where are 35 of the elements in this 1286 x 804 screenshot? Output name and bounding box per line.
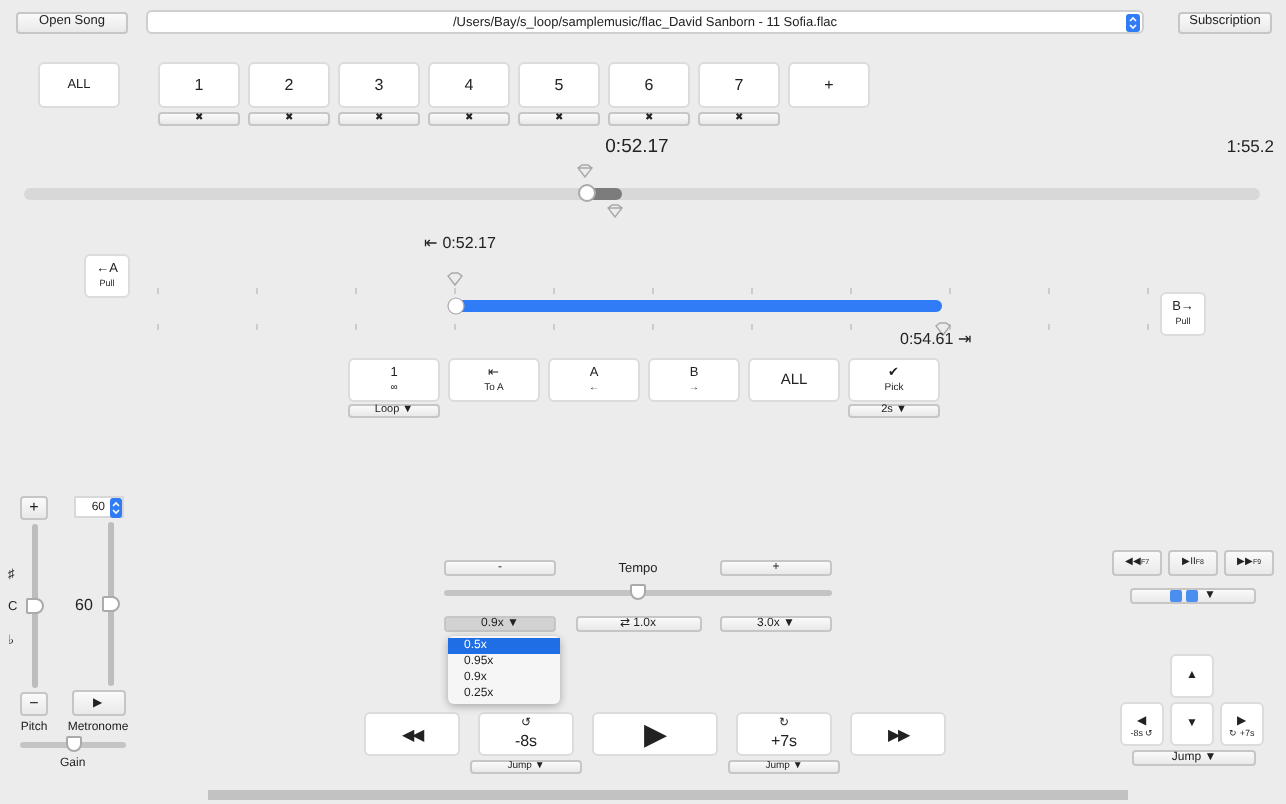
slider-thumb[interactable]	[630, 584, 646, 600]
stepper-icon	[109, 497, 121, 517]
slider-thumb[interactable]	[25, 598, 43, 614]
gain-slider[interactable]	[20, 742, 126, 748]
marker-diamond-icon	[576, 164, 595, 178]
marker-button[interactable]: 5	[518, 62, 600, 108]
add-marker-button[interactable]: +	[788, 62, 870, 108]
tempo-slider[interactable]	[444, 590, 832, 596]
transport-button[interactable]: ▶	[592, 712, 718, 756]
transport-button[interactable]: ◀◀	[364, 712, 460, 756]
marker-button[interactable]: 6	[608, 62, 690, 108]
slider-thumb[interactable]	[65, 736, 81, 752]
marker-button[interactable]: 3	[338, 62, 420, 108]
bpm-reading: 60	[75, 595, 93, 613]
transport-button[interactable]: ▶▶	[850, 712, 946, 756]
stepper-icon	[1126, 14, 1140, 32]
loop-range-slider[interactable]	[447, 297, 942, 315]
marker-button[interactable]: 4	[428, 62, 510, 108]
slider-thumb[interactable]	[578, 184, 597, 202]
total-time: 1:55.2	[1226, 136, 1274, 158]
current-time: 0:52.17	[605, 136, 669, 158]
media-keys-icon	[1170, 590, 1201, 602]
slider-thumb[interactable]	[101, 596, 119, 612]
marker-diamond-icon	[606, 204, 625, 218]
marker-button[interactable]: 2	[248, 62, 330, 108]
loop-start-time: ⇤ 0:52.17	[424, 234, 498, 254]
pitch-slider[interactable]	[31, 524, 37, 688]
pitch-down-button[interactable]: −	[20, 692, 48, 716]
loop-end-time: 0:54.61 ⇥	[900, 330, 974, 350]
marker-button[interactable]: 7	[698, 62, 780, 108]
pitch-up-button[interactable]: +	[20, 496, 48, 520]
horizontal-scrollbar[interactable]	[208, 790, 1128, 800]
marker-diamond-icon	[447, 272, 463, 287]
marker-button[interactable]: 1	[158, 62, 240, 108]
metronome-slider[interactable]	[107, 522, 113, 686]
